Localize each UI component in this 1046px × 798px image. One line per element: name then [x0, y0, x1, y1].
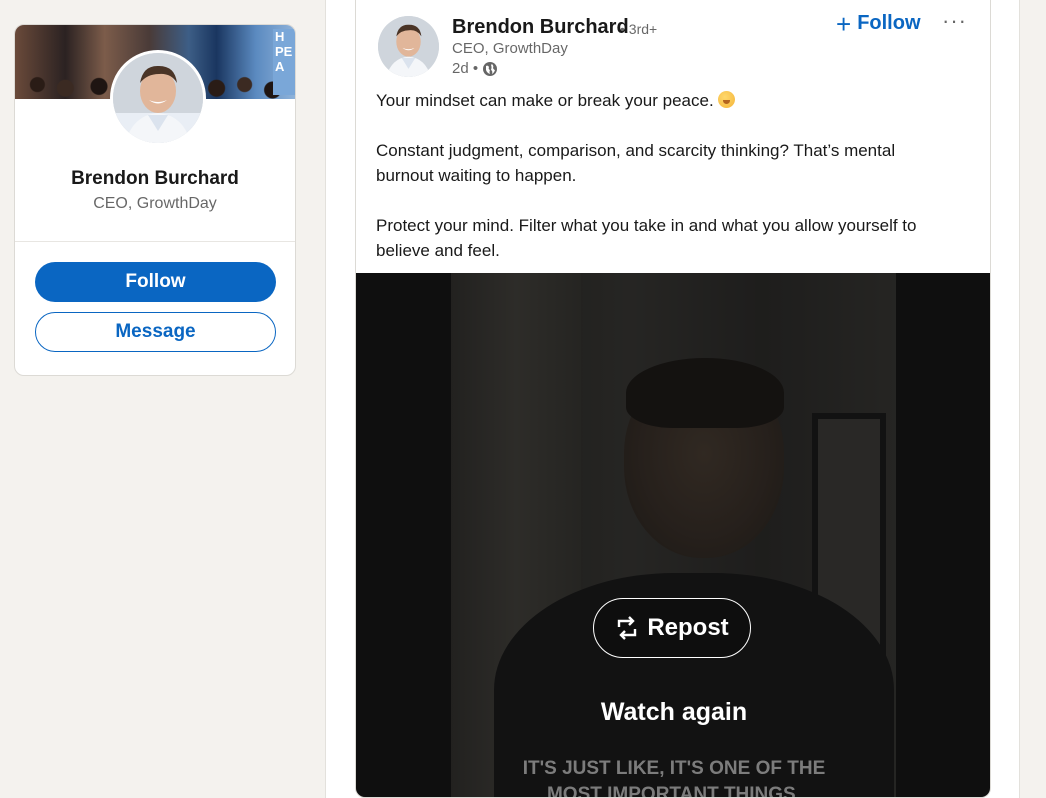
- repost-icon: [618, 616, 637, 640]
- post-author-name[interactable]: Brendon Burchard: [452, 16, 629, 39]
- follow-button[interactable]: Follow: [35, 262, 276, 302]
- post-paragraph: Your mindset can make or break your peac…: [376, 88, 956, 113]
- video-player[interactable]: Repost Watch again IT'S JUST LIKE, IT'S …: [356, 273, 990, 798]
- post-paragraph-text: Your mindset can make or break your peac…: [376, 91, 714, 110]
- repost-button[interactable]: Repost: [593, 598, 751, 658]
- post-author-avatar[interactable]: [378, 16, 439, 77]
- post-card: Brendon Burchard • 3rd+ CEO, GrowthDay 2…: [355, 0, 991, 798]
- caption-line: IT'S JUST LIKE, IT'S ONE OF THE: [522, 758, 826, 779]
- emoji-icon: [717, 91, 735, 108]
- plus-icon: +: [836, 8, 852, 39]
- banner-sign: H PE A: [273, 29, 295, 95]
- more-options-button[interactable]: ···: [942, 8, 967, 34]
- post-paragraph: Protect your mind. Filter what you take …: [376, 216, 917, 260]
- post-text: Your mindset can make or break your peac…: [376, 88, 956, 288]
- post-paragraph: Constant judgment, comparison, and scarc…: [376, 141, 896, 185]
- profile-card: H PE A Brendon Burchard CEO, GrowthDay Fol…: [14, 24, 296, 376]
- post-meta: 2d •: [452, 60, 498, 77]
- repost-label: Repost: [647, 614, 729, 641]
- profile-avatar[interactable]: [110, 50, 206, 146]
- post-author-headline: CEO, GrowthDay: [452, 40, 568, 57]
- profile-headline: CEO, GrowthDay: [93, 195, 217, 212]
- avatar-photo: [378, 16, 439, 77]
- message-button[interactable]: Message: [35, 312, 276, 352]
- caption-line: MOST IMPORTANT THINGS.: [546, 784, 802, 798]
- globe-icon: [483, 61, 498, 76]
- profile-name[interactable]: Brendon Burchard: [15, 168, 295, 190]
- post-follow-label: Follow: [857, 12, 921, 34]
- connection-degree: • 3rd+: [620, 21, 658, 37]
- post-follow-button[interactable]: + Follow: [836, 8, 921, 39]
- divider: [15, 241, 295, 242]
- post-time: 2d •: [452, 60, 479, 77]
- avatar-photo: [113, 53, 203, 143]
- watch-again-button[interactable]: Watch again: [356, 698, 990, 727]
- video-caption: IT'S JUST LIKE, IT'S ONE OF THE MOST IMP…: [356, 756, 990, 798]
